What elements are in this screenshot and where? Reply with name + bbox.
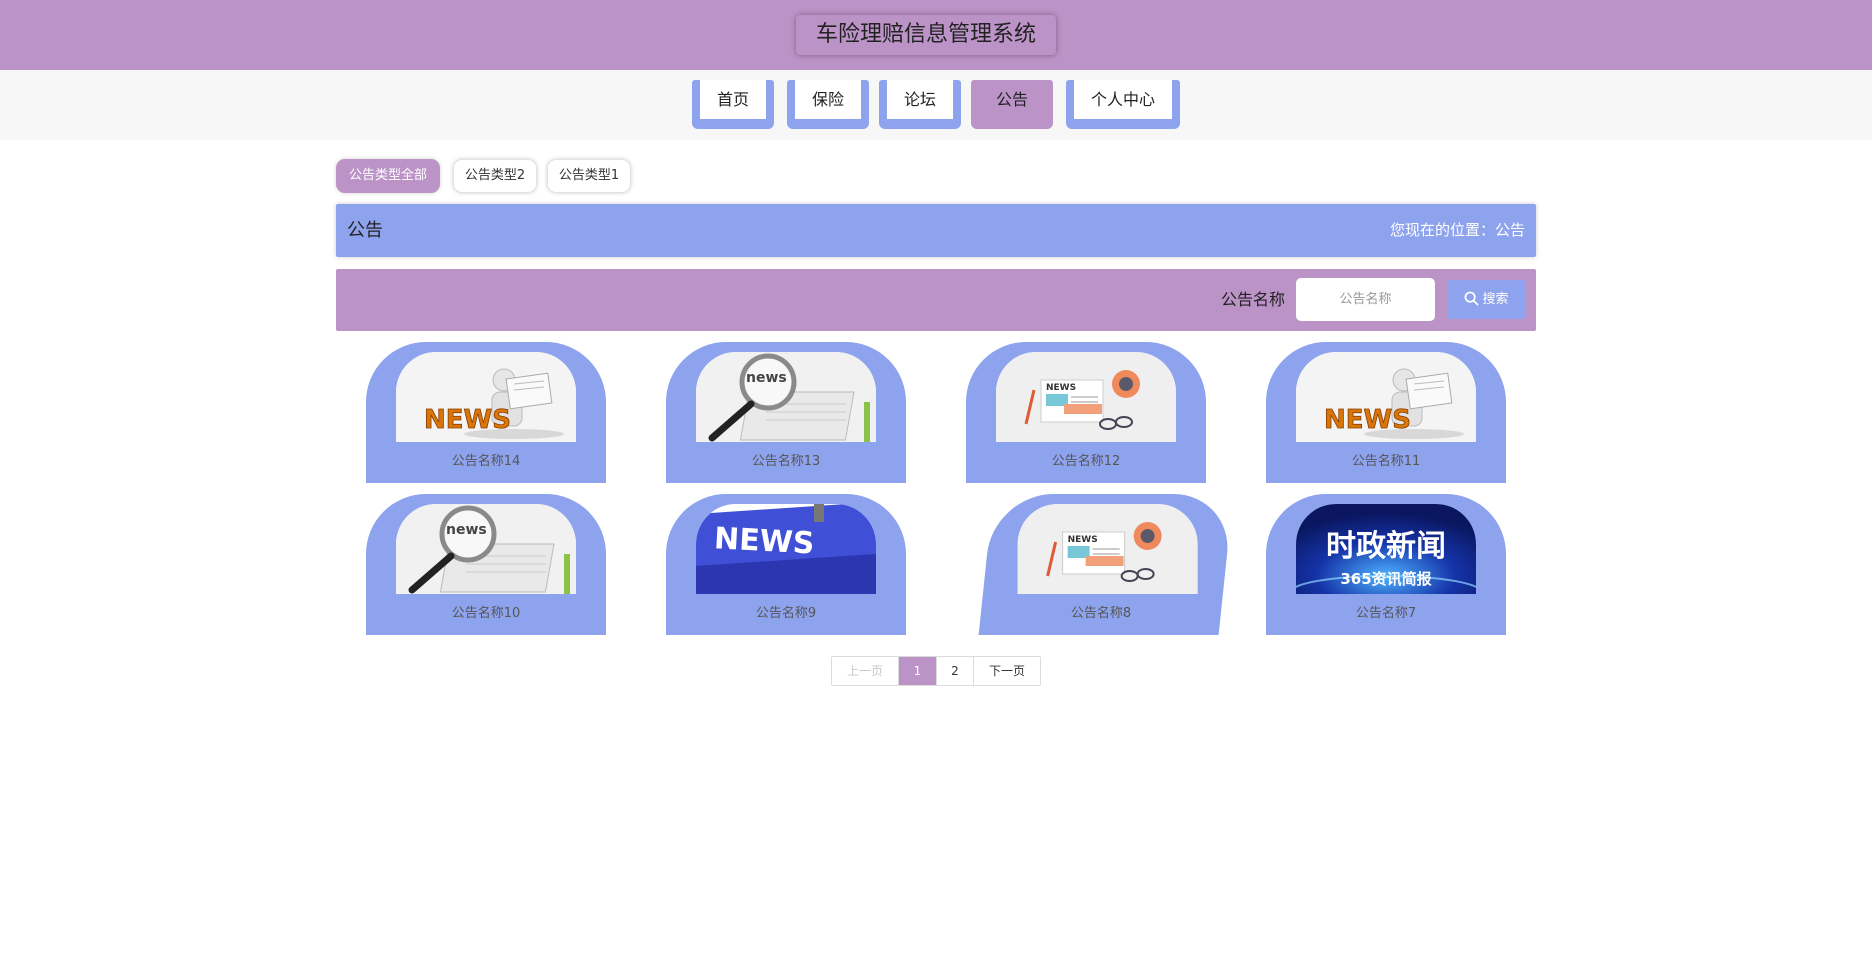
- search-icon: [1465, 291, 1479, 306]
- announcement-title: 公告名称13: [751, 454, 821, 469]
- pagination: 上一页 1 2 下一页: [831, 656, 1041, 686]
- search-button[interactable]: 搜索: [1447, 280, 1526, 319]
- site-title: 车险理赔信息管理系统: [796, 15, 1056, 55]
- search-label: 公告名称: [1221, 290, 1286, 309]
- announcement-title: 公告名称10: [451, 606, 521, 621]
- nav-item-label: 公告: [979, 80, 1045, 119]
- nav-item-profile[interactable]: 个人中心: [1066, 80, 1180, 129]
- announcement-thumbnail: NEWS: [396, 352, 576, 442]
- announcement-card[interactable]: NEWS 公告名称8: [978, 494, 1234, 635]
- nav-item-insurance[interactable]: 保险: [787, 80, 869, 129]
- svg-text:时政新闻: 时政新闻: [1326, 529, 1446, 564]
- nav-item-label: 个人中心: [1074, 80, 1172, 119]
- breadcrumb: 您现在的位置：公告: [1390, 204, 1525, 257]
- next-page-button[interactable]: 下一页: [974, 657, 1040, 685]
- page-button[interactable]: 2: [937, 657, 974, 685]
- announcement-thumbnail: news: [396, 504, 576, 594]
- svg-text:NEWS: NEWS: [713, 521, 815, 561]
- section-title-bar: 公告 您现在的位置：公告: [336, 204, 1536, 257]
- svg-text:365资讯简报: 365资讯简报: [1340, 570, 1431, 588]
- announcement-title: 公告名称14: [451, 454, 521, 469]
- nav-item-label: 首页: [700, 80, 766, 119]
- category-type-2[interactable]: 公告类型2: [453, 159, 537, 193]
- breadcrumb-label: 您现在的位置：: [1389, 221, 1495, 239]
- header-bar: 车险理赔信息管理系统: [0, 0, 1872, 70]
- announcement-card[interactable]: 时政新闻 365资讯简报 公告名称7: [1266, 494, 1506, 635]
- announcement-thumbnail: 时政新闻 365资讯简报: [1296, 504, 1476, 594]
- section-title: 公告: [347, 220, 383, 241]
- announcement-thumbnail: news: [696, 352, 876, 442]
- announcement-title: 公告名称12: [1051, 454, 1121, 469]
- search-button-label: 搜索: [1482, 292, 1509, 307]
- nav-item-announcement[interactable]: 公告: [971, 80, 1053, 129]
- nav-item-forum[interactable]: 论坛: [879, 80, 961, 129]
- announcement-title: 公告名称8: [1070, 606, 1132, 621]
- announcement-thumbnail: NEWS: [1296, 352, 1476, 442]
- prev-page-button[interactable]: 上一页: [832, 657, 899, 685]
- svg-text:NEWS: NEWS: [424, 405, 511, 435]
- category-type-1[interactable]: 公告类型1: [547, 159, 631, 193]
- nav-item-label: 论坛: [887, 80, 953, 119]
- announcement-thumbnail: NEWS: [1017, 504, 1198, 594]
- announcement-card[interactable]: NEWS 公告名称12: [966, 342, 1206, 483]
- search-input[interactable]: [1296, 278, 1435, 321]
- announcement-title: 公告名称7: [1355, 606, 1417, 621]
- announcement-card[interactable]: NEWS 公告名称14: [366, 342, 606, 483]
- announcement-card[interactable]: NEWS 公告名称11: [1266, 342, 1506, 483]
- announcement-card[interactable]: NEWS 公告名称9: [666, 494, 906, 635]
- announcement-title: 公告名称9: [755, 606, 817, 621]
- breadcrumb-current[interactable]: 公告: [1495, 221, 1525, 239]
- category-all[interactable]: 公告类型全部: [336, 159, 440, 193]
- svg-text:NEWS: NEWS: [1324, 405, 1411, 435]
- announcement-card[interactable]: news 公告名称10: [366, 494, 606, 635]
- announcement-title: 公告名称11: [1351, 454, 1421, 469]
- announcement-thumbnail: NEWS: [996, 352, 1176, 442]
- svg-text:NEWS: NEWS: [1046, 383, 1076, 393]
- search-bar: 公告名称 搜索: [336, 269, 1536, 331]
- svg-text:news: news: [446, 522, 487, 538]
- nav-item-label: 保险: [795, 80, 861, 119]
- nav-item-home[interactable]: 首页: [692, 80, 774, 129]
- announcement-thumbnail: NEWS: [696, 504, 876, 594]
- announcement-card[interactable]: news 公告名称13: [666, 342, 906, 483]
- svg-text:news: news: [746, 370, 787, 386]
- svg-text:NEWS: NEWS: [1068, 535, 1098, 545]
- page-button[interactable]: 1: [899, 657, 937, 685]
